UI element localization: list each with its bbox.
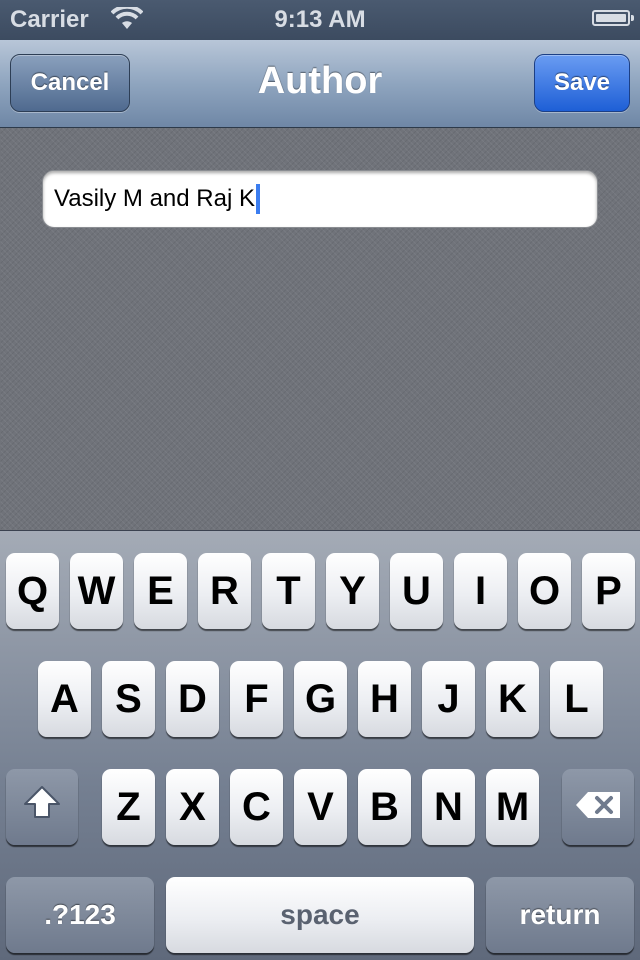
- shift-key[interactable]: [6, 769, 78, 845]
- battery-full-icon: [592, 10, 634, 26]
- key-b[interactable]: B: [358, 769, 411, 845]
- status-bar: Carrier 9:13 AM: [0, 0, 640, 40]
- numbers-key[interactable]: .?123: [6, 877, 154, 953]
- key-z[interactable]: Z: [102, 769, 155, 845]
- key-j[interactable]: J: [422, 661, 475, 737]
- key-u[interactable]: U: [390, 553, 443, 629]
- key-o[interactable]: O: [518, 553, 571, 629]
- key-q[interactable]: Q: [6, 553, 59, 629]
- key-e[interactable]: E: [134, 553, 187, 629]
- backspace-icon: [574, 785, 622, 830]
- save-button[interactable]: Save: [534, 54, 630, 112]
- key-k[interactable]: K: [486, 661, 539, 737]
- key-g[interactable]: G: [294, 661, 347, 737]
- text-cursor: [255, 184, 260, 214]
- space-key[interactable]: space: [166, 877, 474, 953]
- author-field-value: Vasily M and Raj K: [54, 185, 255, 212]
- key-v[interactable]: V: [294, 769, 347, 845]
- key-w[interactable]: W: [70, 553, 123, 629]
- key-t[interactable]: T: [262, 553, 315, 629]
- key-l[interactable]: L: [550, 661, 603, 737]
- clock: 9:13 AM: [274, 6, 366, 33]
- key-x[interactable]: X: [166, 769, 219, 845]
- key-h[interactable]: H: [358, 661, 411, 737]
- key-a[interactable]: A: [38, 661, 91, 737]
- key-c[interactable]: C: [230, 769, 283, 845]
- content-area: Vasily M and Raj K: [0, 128, 640, 530]
- key-r[interactable]: R: [198, 553, 251, 629]
- key-d[interactable]: D: [166, 661, 219, 737]
- key-p[interactable]: P: [582, 553, 635, 629]
- key-y[interactable]: Y: [326, 553, 379, 629]
- key-i[interactable]: I: [454, 553, 507, 629]
- navigation-bar: Cancel Author Save: [0, 40, 640, 128]
- delete-key[interactable]: [562, 769, 634, 845]
- author-text-field[interactable]: Vasily M and Raj K: [42, 170, 598, 228]
- shift-icon: [22, 784, 62, 830]
- key-m[interactable]: M: [486, 769, 539, 845]
- key-n[interactable]: N: [422, 769, 475, 845]
- return-key[interactable]: return: [486, 877, 634, 953]
- keyboard: Q W E R T Y U I O P A S D F G H J K L Z …: [0, 530, 640, 960]
- key-s[interactable]: S: [102, 661, 155, 737]
- key-f[interactable]: F: [230, 661, 283, 737]
